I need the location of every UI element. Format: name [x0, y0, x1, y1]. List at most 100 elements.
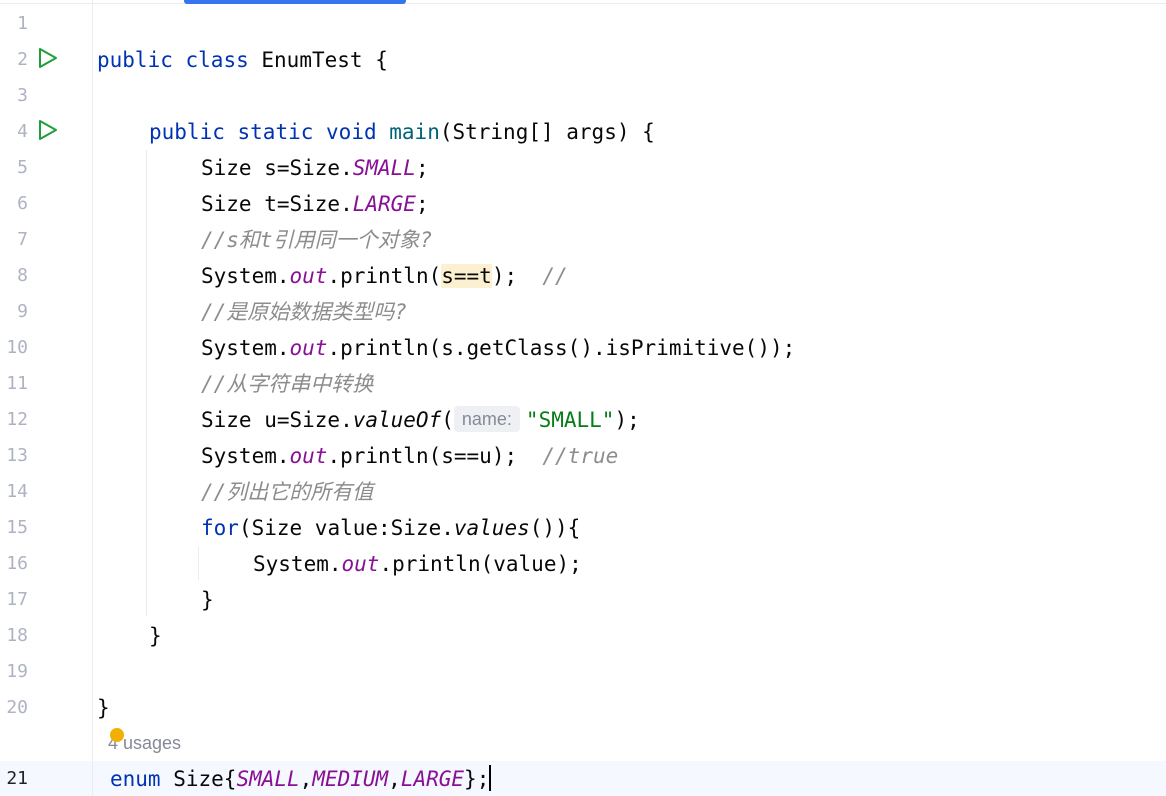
line-number: 7 [17, 229, 28, 250]
code-text: ); [491, 264, 543, 288]
run-class-icon[interactable] [38, 47, 58, 69]
line-number: 10 [6, 337, 28, 358]
static-field: out [289, 264, 328, 288]
code-text: .println(value); [379, 552, 582, 576]
code-line-4[interactable]: public static void main(String[] args) { [149, 114, 655, 150]
line-number: 1 [17, 13, 28, 34]
line-number: 18 [6, 625, 28, 646]
indent-guide [198, 546, 199, 580]
method-name: main [389, 120, 440, 144]
line-number: 5 [17, 157, 28, 178]
line-number: 11 [6, 373, 28, 394]
code-text: , [299, 767, 313, 791]
indent-guide [146, 150, 147, 616]
line-number: 19 [6, 661, 28, 682]
static-field: out [289, 336, 328, 360]
run-main-icon[interactable] [38, 119, 58, 141]
code-text: System. [201, 444, 290, 468]
line-number: 12 [6, 409, 28, 430]
code-line-9[interactable]: //是原始数据类型吗? [201, 294, 407, 330]
line-number: 6 [17, 193, 28, 214]
line-number: 15 [6, 517, 28, 538]
code-text: } [149, 624, 162, 648]
enum-constant: LARGE [400, 767, 465, 791]
code-line-7[interactable]: //s和t引用同一个对象? [201, 222, 432, 258]
enum-constant: MEDIUM [312, 767, 389, 791]
code-text: } [201, 588, 214, 612]
code-text: ()){ [529, 516, 581, 540]
line-number: 14 [6, 481, 28, 502]
code-line-15[interactable]: for(Size value:Size.values()){ [201, 510, 580, 546]
static-method: valueOf [352, 408, 442, 432]
static-field: out [341, 552, 380, 576]
code-line-13[interactable]: System.out.println(s==u); //true [201, 438, 618, 474]
lightbulb-icon[interactable] [110, 728, 124, 742]
code-text: ); [614, 408, 640, 432]
code-text: .println( [327, 264, 442, 288]
code-line-12[interactable]: Size u=Size.valueOf(name: "SMALL"); [201, 402, 640, 438]
code-line-14[interactable]: //列出它的所有值 [201, 474, 373, 510]
code-text: { [362, 48, 388, 72]
line-number: 20 [6, 697, 28, 718]
code-text: } [97, 696, 110, 720]
comment: //是原始数据类型吗? [201, 300, 407, 324]
keyword: public [149, 120, 225, 144]
comment: //s和t引用同一个对象? [201, 228, 433, 252]
keyword: class [185, 48, 249, 72]
line-number: 2 [17, 49, 28, 70]
code-text: System. [253, 552, 342, 576]
code-line-21[interactable]: enum Size{SMALL,MEDIUM,LARGE}; [110, 761, 492, 796]
editor-top-border [0, 0, 1166, 4]
highlighted-expression: s==t [441, 264, 492, 288]
code-text: System. [201, 264, 290, 288]
line-number: 16 [6, 553, 28, 574]
line-number: 13 [6, 445, 28, 466]
comment: //列出它的所有值 [201, 480, 374, 504]
code-line-17[interactable]: } [201, 582, 214, 618]
enum-constant: LARGE [352, 192, 416, 216]
static-method: values [453, 516, 530, 540]
comment: // [542, 264, 568, 288]
text-caret [489, 765, 492, 791]
code-line-16[interactable]: System.out.println(value); [253, 546, 582, 582]
code-text: ; [415, 192, 429, 216]
code-text: .println(s==u); [327, 444, 543, 468]
line-number: 8 [17, 265, 28, 286]
line-number: 9 [17, 301, 28, 322]
keyword: public [97, 48, 173, 72]
enum-constant: SMALL [352, 156, 416, 180]
code-text: Size s=Size. [201, 156, 353, 180]
class-name: EnumTest [261, 48, 363, 72]
code-line-2[interactable]: public class EnumTest { [97, 42, 388, 78]
enum-constant: SMALL [236, 767, 300, 791]
code-line-10[interactable]: System.out.println(s.getClass().isPrimit… [201, 330, 795, 366]
code-line-5[interactable]: Size s=Size.SMALL; [201, 150, 429, 186]
code-text: Size u=Size. [201, 408, 353, 432]
line-number: 17 [6, 589, 28, 610]
keyword: enum [110, 767, 161, 791]
code-line-20[interactable]: } [97, 690, 110, 726]
code-line-18[interactable]: } [149, 618, 162, 654]
editor-gutter[interactable]: 1 2 3 4 5 6 7 8 9 10 11 12 13 14 15 16 1… [0, 0, 93, 796]
code-text: (Size value:Size. [238, 516, 454, 540]
code-text: System. [201, 336, 290, 360]
parameter-name-hint: name: [453, 406, 520, 432]
line-number: 3 [17, 85, 28, 106]
code-text: .println(s.getClass().isPrimitive()); [327, 336, 796, 360]
code-text: (String[] args) { [439, 120, 655, 144]
keyword: void [326, 120, 377, 144]
static-field: out [289, 444, 328, 468]
code-text: , [388, 767, 401, 791]
code-line-6[interactable]: Size t=Size.LARGE; [201, 186, 429, 222]
code-line-8[interactable]: System.out.println(s==t); // [201, 258, 568, 294]
scroll-position-tab[interactable] [184, 0, 406, 4]
code-text: ( [441, 408, 454, 432]
keyword: for [201, 516, 239, 540]
code-text: Size t=Size. [201, 192, 353, 216]
comment: //从字符串中转换 [201, 372, 374, 396]
line-number: 4 [17, 121, 28, 142]
code-line-11[interactable]: //从字符串中转换 [201, 366, 373, 402]
line-number-current: 21 [6, 768, 28, 789]
string-literal: "SMALL" [525, 408, 615, 432]
code-text: Size{ [160, 767, 237, 791]
